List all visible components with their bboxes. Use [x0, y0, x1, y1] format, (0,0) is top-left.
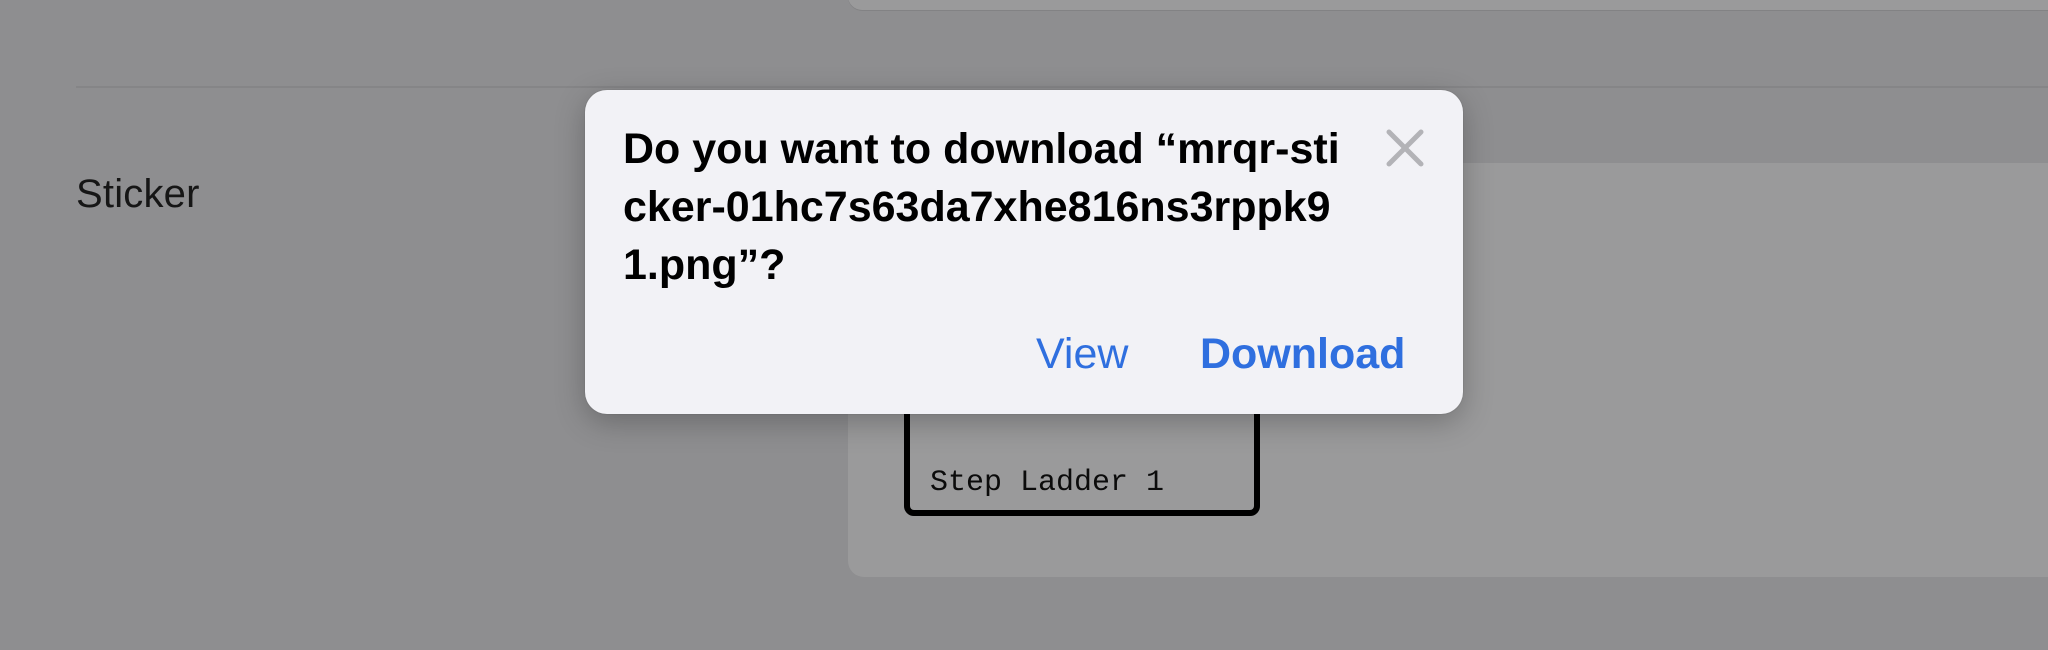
download-button[interactable]: Download [1200, 333, 1405, 376]
section-divider [76, 86, 2048, 88]
view-button[interactable]: View [1036, 333, 1128, 376]
row-label-sticker: Sticker [76, 172, 200, 216]
download-dialog: Do you want to download “mrqr-sticker-01… [585, 90, 1463, 414]
page: Sticker Step Ladder 1 Do you want to dow… [0, 0, 2048, 650]
sticker-preview-text: Step Ladder 1 [930, 466, 1165, 500]
close-button[interactable] [1383, 126, 1427, 170]
close-icon [1386, 129, 1424, 167]
previous-card [848, 0, 2048, 10]
dialog-title: Do you want to download “mrqr-sticker-01… [623, 125, 1340, 289]
